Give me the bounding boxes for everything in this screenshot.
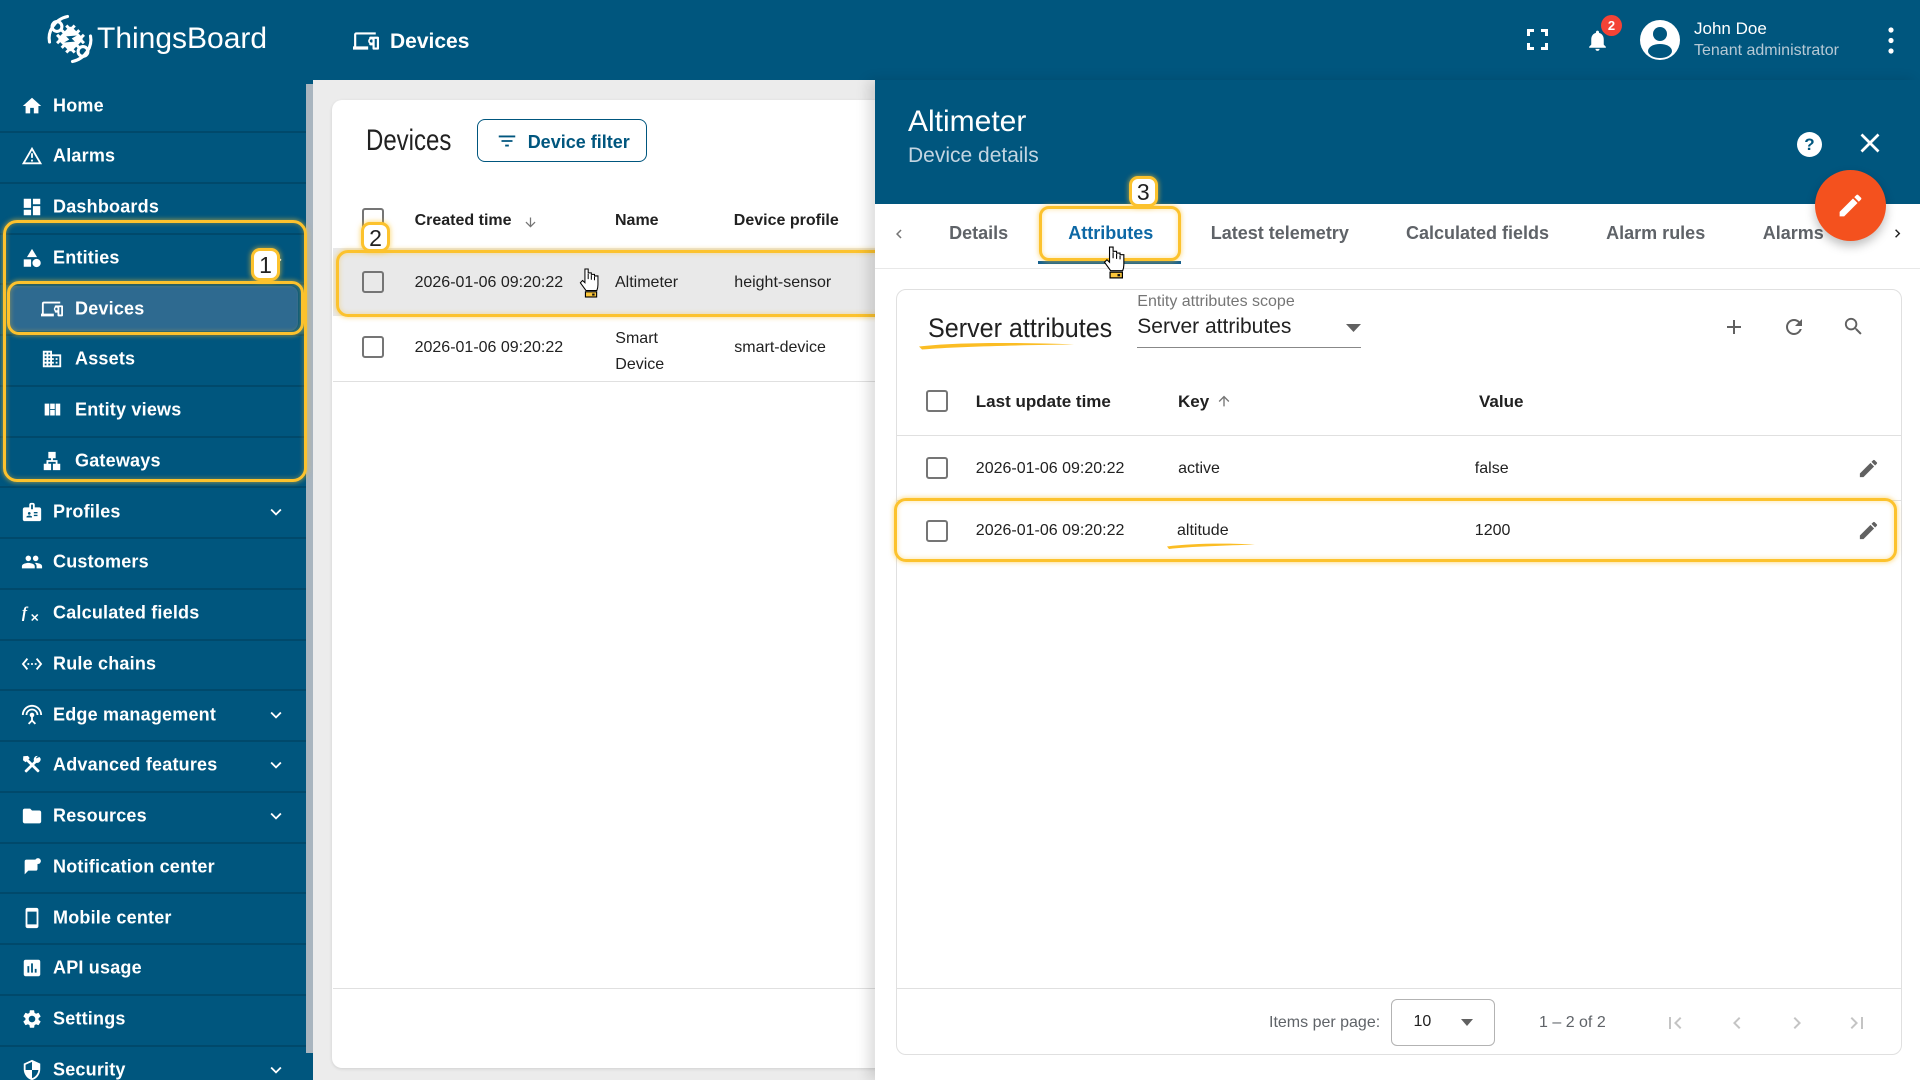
svg-text:f: f <box>22 605 29 622</box>
svg-text:✕: ✕ <box>30 612 39 624</box>
